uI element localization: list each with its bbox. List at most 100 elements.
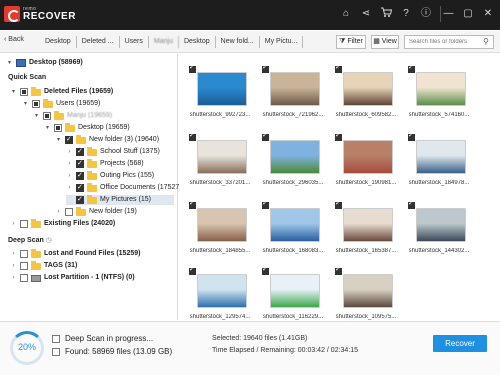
view-button[interactable]: ▦ View (371, 35, 399, 49)
file-tile[interactable]: shutterstock_168083... (262, 199, 324, 260)
tree-item-lost-found[interactable]: › Lost and Found Files (15259) (10, 248, 140, 259)
filter-button[interactable]: ⧩ Filter (336, 35, 366, 49)
file-checkbox[interactable] (335, 63, 342, 73)
share-icon[interactable]: ⋖ (358, 6, 374, 22)
search-input[interactable] (404, 35, 494, 49)
info-icon[interactable]: ⓘ (418, 6, 434, 22)
breadcrumb-item[interactable]: Desktop (179, 36, 216, 48)
file-tile[interactable]: shutterstock_116229... (262, 265, 324, 326)
file-checkbox[interactable] (262, 199, 269, 209)
folder-icon (87, 158, 97, 168)
collapse-icon[interactable]: ▾ (6, 58, 13, 68)
checkbox[interactable] (65, 208, 73, 216)
file-tile[interactable]: shutterstock_184978... (408, 131, 470, 192)
tree-item-desktop-root[interactable]: ▾ Desktop (58969) (6, 58, 83, 68)
file-checkbox[interactable] (408, 63, 415, 73)
file-checkbox[interactable] (262, 63, 269, 73)
expand-icon[interactable]: › (10, 261, 17, 271)
expand-icon[interactable]: › (55, 207, 62, 217)
collapse-icon[interactable]: ▾ (55, 135, 62, 145)
collapse-icon[interactable]: ▾ (33, 111, 40, 121)
file-tile[interactable]: shutterstock_337201... (189, 131, 251, 192)
file-checkbox[interactable] (189, 63, 196, 73)
expand-icon[interactable]: › (10, 249, 17, 259)
file-checkbox[interactable] (335, 265, 342, 275)
breadcrumb-item[interactable]: New fold... (216, 36, 260, 48)
file-tile[interactable]: shutterstock_992723... (189, 63, 251, 124)
checkbox[interactable] (54, 124, 62, 132)
checkbox[interactable] (76, 147, 84, 157)
tree-item-deleted-files[interactable]: ▾ Deleted Files (19659) (10, 86, 113, 97)
tree-item-new-folder[interactable]: › New folder (19) (55, 206, 137, 217)
file-tile[interactable]: shutterstock_721962... (262, 63, 324, 124)
file-tile[interactable]: shutterstock_574160... (408, 63, 470, 124)
file-tile[interactable]: shutterstock_296035... (262, 131, 324, 192)
file-tile[interactable]: shutterstock_165387... (335, 199, 397, 260)
checkbox[interactable] (43, 112, 51, 120)
tree-item-manju[interactable]: ▾ Manju (19659) (33, 110, 113, 121)
breadcrumb-item[interactable]: Users (120, 36, 149, 48)
breadcrumb-item[interactable]: My Pictu... (260, 36, 304, 48)
expand-icon[interactable]: › (66, 171, 73, 181)
checkbox[interactable] (20, 88, 28, 96)
file-tile[interactable]: shutterstock_144302... (408, 199, 470, 260)
tree-item-existing-files[interactable]: › Existing Files (24020) (10, 218, 115, 229)
file-checkbox[interactable] (408, 199, 415, 209)
home-icon[interactable]: ⌂ (338, 6, 354, 22)
file-tile[interactable]: shutterstock_190981... (335, 131, 397, 192)
minimize-icon[interactable]: — (440, 6, 456, 22)
cart-icon[interactable] (378, 6, 394, 22)
collapse-icon[interactable]: ▾ (44, 123, 51, 133)
tree-item-users[interactable]: ▾ Users (19659) (22, 98, 100, 109)
expand-icon[interactable]: › (66, 147, 73, 157)
back-button[interactable]: ‹ Back (4, 36, 24, 43)
close-icon[interactable]: ✕ (480, 6, 496, 22)
expand-icon[interactable]: › (66, 183, 73, 193)
breadcrumb-item[interactable]: Manju (149, 36, 179, 48)
tree-item-projects[interactable]: › Projects (568) (66, 158, 144, 169)
breadcrumb-item[interactable]: Desktop (40, 36, 77, 48)
tree-item-office-documents[interactable]: › Office Documents (17527) (66, 182, 182, 193)
folder-icon (76, 206, 86, 216)
file-tile[interactable]: shutterstock_129574... (189, 265, 251, 326)
checkbox[interactable] (20, 274, 28, 282)
file-checkbox[interactable] (262, 265, 269, 275)
file-checkbox[interactable] (189, 265, 196, 275)
tree-item-new-folder-3[interactable]: ▾ New folder (3) (19640) (55, 134, 159, 145)
checkbox[interactable] (20, 262, 28, 270)
tree-item-desktop[interactable]: ▾ Desktop (19659) (44, 122, 130, 133)
expand-icon[interactable]: › (66, 159, 73, 169)
checkbox[interactable] (20, 250, 28, 258)
file-name: shutterstock_165387... (335, 248, 397, 254)
tree-item-outing-pics[interactable]: › Outing Pics (155) (66, 170, 154, 181)
recover-button[interactable]: Recover (433, 335, 487, 352)
file-checkbox[interactable] (189, 199, 196, 209)
file-checkbox[interactable] (335, 199, 342, 209)
breadcrumb-item[interactable]: Deleted ... (77, 36, 120, 48)
tree-item-lost-partition[interactable]: › Lost Partition - 1 (NTFS) (0) (10, 273, 135, 283)
checkbox[interactable] (20, 220, 28, 228)
collapse-icon[interactable]: ▾ (22, 99, 29, 109)
file-checkbox[interactable] (262, 131, 269, 141)
checkbox[interactable] (76, 195, 84, 205)
file-tile[interactable]: shutterstock_109575... (335, 265, 397, 326)
file-tile[interactable]: shutterstock_609582... (335, 63, 397, 124)
checkbox[interactable] (32, 100, 40, 108)
expand-icon[interactable]: › (10, 273, 17, 283)
file-tile[interactable]: shutterstock_184855... (189, 199, 251, 260)
file-checkbox[interactable] (335, 131, 342, 141)
tree-item-tags[interactable]: › TAGS (31) (10, 260, 77, 271)
checkbox[interactable] (65, 135, 73, 145)
checkbox[interactable] (76, 159, 84, 169)
tree-label: Manju (19659) (67, 112, 113, 119)
checkbox[interactable] (76, 171, 84, 181)
checkbox[interactable] (76, 183, 84, 193)
help-icon[interactable]: ? (398, 6, 414, 22)
tree-item-school-stuff[interactable]: › School Stuff (1375) (66, 146, 160, 157)
file-checkbox[interactable] (189, 131, 196, 141)
expand-icon[interactable]: › (10, 219, 17, 229)
file-checkbox[interactable] (408, 131, 415, 141)
tree-item-my-pictures[interactable]: My Pictures (15) (66, 194, 174, 205)
collapse-icon[interactable]: ▾ (10, 87, 17, 97)
maximize-icon[interactable]: ▢ (460, 6, 476, 22)
